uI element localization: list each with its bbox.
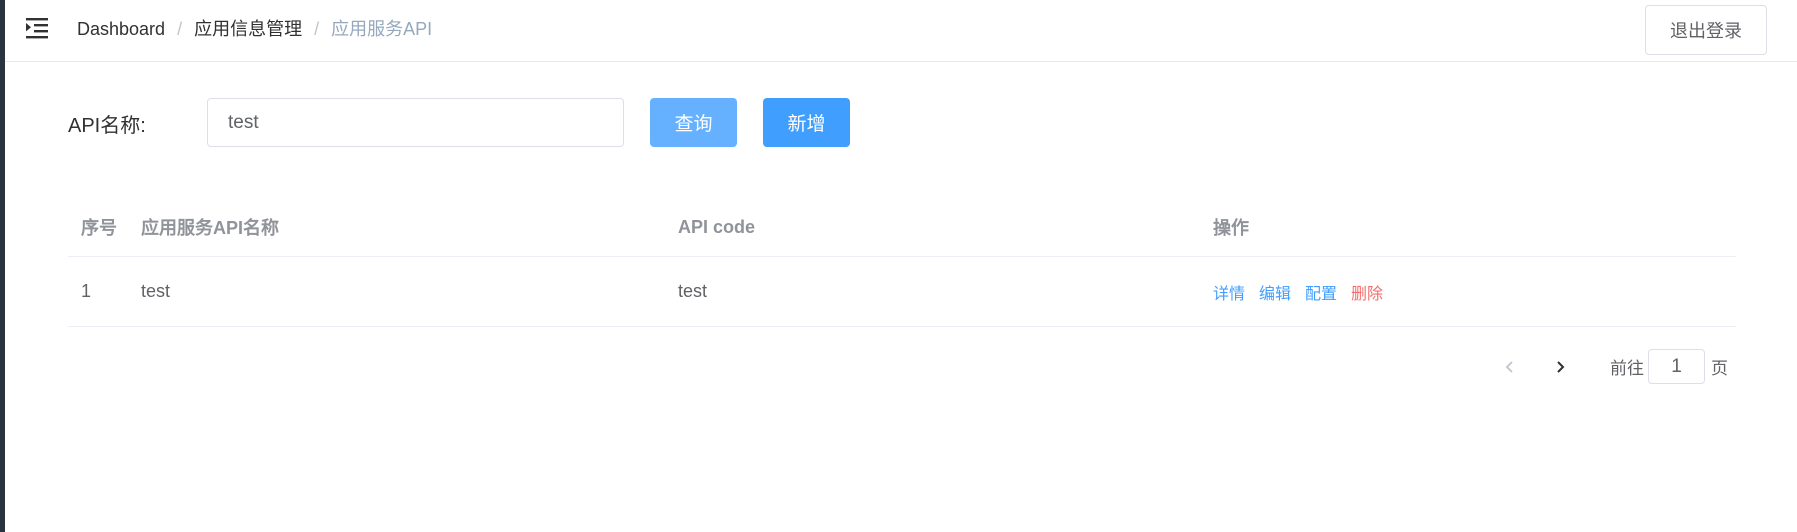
header-api-code: API code <box>678 216 756 237</box>
sidebar-edge <box>0 0 5 532</box>
table-header: 序号 应用服务API名称 API code 操作 <box>68 198 1736 257</box>
goto-suffix: 页 <box>1711 359 1728 378</box>
row-api-name: test <box>141 281 171 301</box>
add-button[interactable]: 新增 <box>763 98 850 147</box>
row-index: 1 <box>81 281 92 301</box>
api-table: 序号 应用服务API名称 API code 操作 1 test test 详情 … <box>68 198 1736 327</box>
api-name-label: API名称: <box>68 115 146 137</box>
edit-link[interactable]: 编辑 <box>1259 280 1291 304</box>
header-api-name: 应用服务API名称 <box>141 218 280 238</box>
table-row: 1 test test 详情 编辑 配置 删除 <box>68 257 1736 327</box>
delete-link[interactable]: 删除 <box>1351 280 1383 304</box>
breadcrumb-current: 应用服务API <box>331 19 433 39</box>
hamburger-icon[interactable] <box>26 17 50 39</box>
chevron-left-icon[interactable] <box>1490 348 1530 385</box>
header-actions: 操作 <box>1213 218 1249 238</box>
config-link[interactable]: 配置 <box>1305 280 1337 304</box>
breadcrumb-separator: / <box>314 19 320 39</box>
row-actions: 详情 编辑 配置 删除 <box>1213 257 1397 326</box>
query-button[interactable]: 查询 <box>650 98 737 147</box>
breadcrumb-app-info[interactable]: 应用信息管理 <box>194 17 302 41</box>
pagination: 前往 页 <box>1490 348 1728 385</box>
goto-page-input[interactable] <box>1648 349 1705 384</box>
navbar: Dashboard / 应用信息管理 / 应用服务API 退出登录 <box>5 0 1797 62</box>
goto-label: 前往 <box>1610 359 1644 378</box>
breadcrumb: Dashboard / 应用信息管理 / 应用服务API <box>77 17 432 41</box>
detail-link[interactable]: 详情 <box>1213 280 1245 304</box>
breadcrumb-separator: / <box>177 19 183 39</box>
logout-button[interactable]: 退出登录 <box>1645 5 1767 55</box>
row-api-code: test <box>678 281 708 301</box>
chevron-right-icon[interactable] <box>1540 348 1580 385</box>
api-name-input[interactable] <box>207 98 624 147</box>
header-index: 序号 <box>81 218 117 238</box>
breadcrumb-dashboard[interactable]: Dashboard <box>77 17 165 41</box>
